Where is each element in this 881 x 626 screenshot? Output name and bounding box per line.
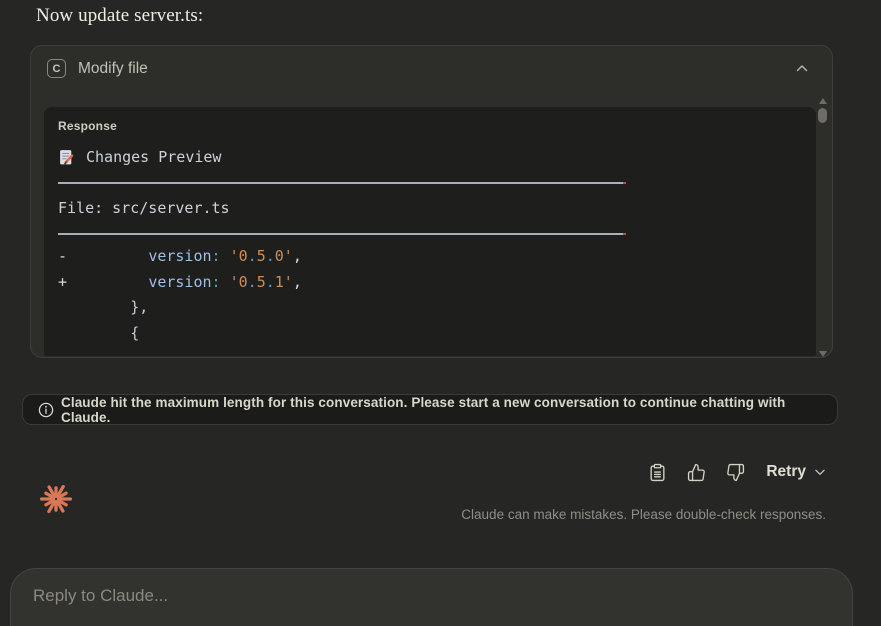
- clipboard-icon: [648, 463, 667, 482]
- tool-card-header[interactable]: C Modify file: [31, 46, 832, 78]
- divider: [58, 182, 623, 184]
- assistant-message: Now update server.ts:: [36, 5, 203, 27]
- scrollbar[interactable]: [818, 96, 828, 359]
- changes-preview-heading: Changes Preview: [58, 148, 802, 166]
- disclaimer-text: Claude can make mistakes. Please double-…: [461, 507, 826, 522]
- message-actions: Retry: [646, 461, 827, 483]
- thumbs-down-icon: [726, 463, 745, 482]
- code-line: - version: '0.5.0',: [58, 244, 802, 270]
- scroll-down-arrow-icon[interactable]: [819, 351, 827, 357]
- reply-input[interactable]: [33, 586, 828, 606]
- file-path-line: File: src/server.ts: [58, 199, 802, 217]
- chevron-up-icon[interactable]: [793, 60, 816, 78]
- thumbs-down-button[interactable]: [724, 461, 746, 483]
- thumbs-up-button[interactable]: [685, 461, 707, 483]
- response-label: Response: [58, 119, 802, 133]
- code-line: {: [58, 321, 802, 347]
- tool-response-panel: Response Changes Preview File: src/serve…: [44, 107, 816, 356]
- tool-card-modify-file: C Modify file Response Changes Preview F…: [30, 45, 833, 358]
- scroll-up-arrow-icon[interactable]: [819, 98, 827, 104]
- chevron-down-icon: [813, 465, 827, 479]
- conversation-limit-notice: Claude hit the maximum length for this c…: [22, 394, 838, 425]
- tool-source-badge: C: [47, 59, 66, 78]
- thumbs-up-icon: [687, 463, 706, 482]
- memo-icon: [58, 149, 75, 166]
- code-line: + version: '0.5.1',: [58, 270, 802, 296]
- scrollbar-thumb[interactable]: [818, 108, 827, 123]
- code-line: },: [58, 295, 802, 321]
- notice-text: Claude hit the maximum length for this c…: [61, 395, 822, 425]
- info-icon: [38, 402, 54, 418]
- copy-button[interactable]: [646, 461, 668, 483]
- tool-card-title: Modify file: [78, 60, 148, 78]
- retry-label: Retry: [766, 463, 806, 481]
- diff-code-block: - version: '0.5.0',+ version: '0.5.1', }…: [58, 244, 802, 346]
- composer[interactable]: [10, 568, 853, 626]
- claude-chat-page: { "page": { "assistant_message": "Now up…: [0, 0, 881, 626]
- retry-button[interactable]: Retry: [766, 463, 827, 481]
- divider: [58, 233, 623, 235]
- claude-logo-icon: [39, 480, 73, 518]
- changes-preview-title: Changes Preview: [86, 148, 221, 166]
